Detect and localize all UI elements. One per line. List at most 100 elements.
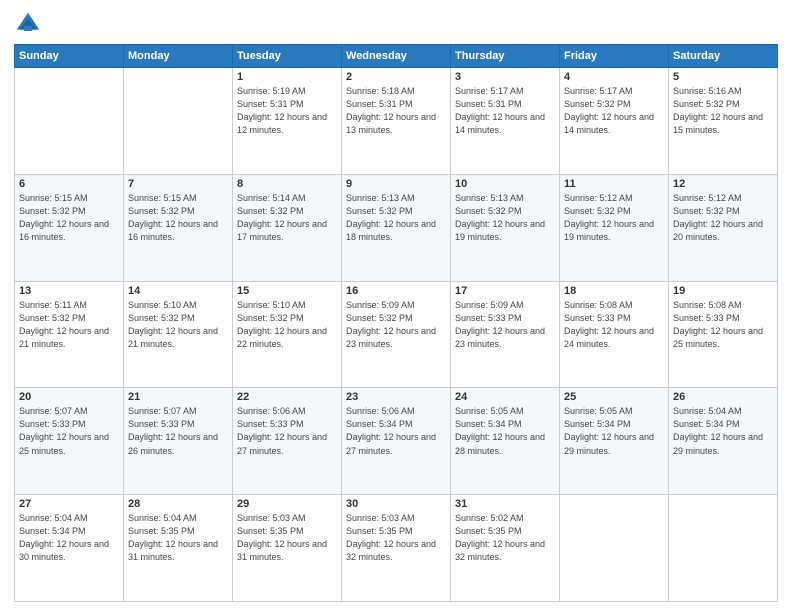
day-number: 7 (128, 178, 228, 190)
day-info: Sunrise: 5:09 AMSunset: 5:32 PMDaylight:… (346, 299, 446, 351)
day-number: 20 (19, 391, 119, 403)
calendar-week-3: 13Sunrise: 5:11 AMSunset: 5:32 PMDayligh… (15, 281, 778, 388)
col-header-thursday: Thursday (451, 45, 560, 68)
col-header-saturday: Saturday (669, 45, 778, 68)
day-info: Sunrise: 5:03 AMSunset: 5:35 PMDaylight:… (237, 512, 337, 564)
calendar-cell (669, 495, 778, 602)
day-number: 8 (237, 178, 337, 190)
col-header-monday: Monday (124, 45, 233, 68)
day-info: Sunrise: 5:07 AMSunset: 5:33 PMDaylight:… (19, 405, 119, 457)
day-info: Sunrise: 5:07 AMSunset: 5:33 PMDaylight:… (128, 405, 228, 457)
day-info: Sunrise: 5:14 AMSunset: 5:32 PMDaylight:… (237, 192, 337, 244)
day-number: 22 (237, 391, 337, 403)
page: SundayMondayTuesdayWednesdayThursdayFrid… (0, 0, 792, 612)
col-header-friday: Friday (560, 45, 669, 68)
day-number: 2 (346, 71, 446, 83)
calendar-cell: 3Sunrise: 5:17 AMSunset: 5:31 PMDaylight… (451, 68, 560, 175)
day-number: 15 (237, 285, 337, 297)
calendar-cell (15, 68, 124, 175)
calendar: SundayMondayTuesdayWednesdayThursdayFrid… (14, 44, 778, 602)
calendar-cell: 16 Sunrise: 5:09 AMSunset: 5:32 PMDayligh… (342, 281, 451, 388)
day-info: Sunrise: 5:12 AMSunset: 5:32 PMDaylight:… (564, 192, 664, 244)
calendar-cell: 23 Sunrise: 5:06 AMSunset: 5:34 PMDayligh… (342, 388, 451, 495)
logo (14, 10, 46, 38)
calendar-cell: 18 Sunrise: 5:08 AMSunset: 5:33 PMDayligh… (560, 281, 669, 388)
day-number: 30 (346, 498, 446, 510)
day-info: Sunrise: 5:15 AMSunset: 5:32 PMDaylight:… (19, 192, 119, 244)
day-number: 27 (19, 498, 119, 510)
calendar-cell: 21Sunrise: 5:07 AMSunset: 5:33 PMDayligh… (124, 388, 233, 495)
day-number: 14 (128, 285, 228, 297)
day-info: Sunrise: 5:19 AMSunset: 5:31 PMDaylight:… (237, 85, 337, 137)
day-number: 1 (237, 71, 337, 83)
day-number: 18 (564, 285, 664, 297)
day-number: 24 (455, 391, 555, 403)
calendar-cell: 28 Sunrise: 5:04 AMSunset: 5:35 PMDayligh… (124, 495, 233, 602)
calendar-cell: 2 Sunrise: 5:18 AMSunset: 5:31 PMDaylight… (342, 68, 451, 175)
day-info: Sunrise: 5:04 AMSunset: 5:35 PMDaylight:… (128, 512, 228, 564)
day-info: Sunrise: 5:04 AMSunset: 5:34 PMDaylight:… (19, 512, 119, 564)
day-info: Sunrise: 5:06 AMSunset: 5:33 PMDaylight:… (237, 405, 337, 457)
calendar-cell: 17 Sunrise: 5:09 AMSunset: 5:33 PMDayligh… (451, 281, 560, 388)
calendar-cell: 9Sunrise: 5:13 AMSunset: 5:32 PMDaylight… (342, 174, 451, 281)
calendar-cell: 11 Sunrise: 5:12 AMSunset: 5:32 PMDayligh… (560, 174, 669, 281)
calendar-cell: 1 Sunrise: 5:19 AMSunset: 5:31 PMDaylight… (233, 68, 342, 175)
calendar-cell: 20 Sunrise: 5:07 AMSunset: 5:33 PMDayligh… (15, 388, 124, 495)
day-number: 16 (346, 285, 446, 297)
day-info: Sunrise: 5:16 AMSunset: 5:32 PMDaylight:… (673, 85, 773, 137)
calendar-cell: 7Sunrise: 5:15 AMSunset: 5:32 PMDaylight… (124, 174, 233, 281)
day-number: 5 (673, 71, 773, 83)
day-number: 28 (128, 498, 228, 510)
calendar-cell: 27 Sunrise: 5:04 AMSunset: 5:34 PMDayligh… (15, 495, 124, 602)
calendar-cell: 14 Sunrise: 5:10 AMSunset: 5:32 PMDayligh… (124, 281, 233, 388)
day-number: 29 (237, 498, 337, 510)
day-info: Sunrise: 5:02 AMSunset: 5:35 PMDaylight:… (455, 512, 555, 564)
day-number: 4 (564, 71, 664, 83)
day-info: Sunrise: 5:05 AMSunset: 5:34 PMDaylight:… (455, 405, 555, 457)
calendar-week-2: 6 Sunrise: 5:15 AMSunset: 5:32 PMDaylight… (15, 174, 778, 281)
logo-icon (14, 10, 42, 38)
calendar-cell: 29 Sunrise: 5:03 AMSunset: 5:35 PMDayligh… (233, 495, 342, 602)
calendar-cell: 10 Sunrise: 5:13 AMSunset: 5:32 PMDayligh… (451, 174, 560, 281)
calendar-cell: 13Sunrise: 5:11 AMSunset: 5:32 PMDayligh… (15, 281, 124, 388)
day-info: Sunrise: 5:08 AMSunset: 5:33 PMDaylight:… (564, 299, 664, 351)
calendar-cell: 15 Sunrise: 5:10 AMSunset: 5:32 PMDayligh… (233, 281, 342, 388)
calendar-cell: 4 Sunrise: 5:17 AMSunset: 5:32 PMDaylight… (560, 68, 669, 175)
day-number: 6 (19, 178, 119, 190)
col-header-tuesday: Tuesday (233, 45, 342, 68)
calendar-cell: 22 Sunrise: 5:06 AMSunset: 5:33 PMDayligh… (233, 388, 342, 495)
calendar-cell: 6 Sunrise: 5:15 AMSunset: 5:32 PMDaylight… (15, 174, 124, 281)
day-info: Sunrise: 5:10 AMSunset: 5:32 PMDaylight:… (128, 299, 228, 351)
day-info: Sunrise: 5:08 AMSunset: 5:33 PMDaylight:… (673, 299, 773, 351)
day-info: Sunrise: 5:10 AMSunset: 5:32 PMDaylight:… (237, 299, 337, 351)
day-number: 25 (564, 391, 664, 403)
day-info: Sunrise: 5:11 AMSunset: 5:32 PMDaylight:… (19, 299, 119, 351)
header (14, 10, 778, 38)
calendar-week-1: 1 Sunrise: 5:19 AMSunset: 5:31 PMDaylight… (15, 68, 778, 175)
calendar-week-5: 27 Sunrise: 5:04 AMSunset: 5:34 PMDayligh… (15, 495, 778, 602)
day-number: 11 (564, 178, 664, 190)
day-info: Sunrise: 5:06 AMSunset: 5:34 PMDaylight:… (346, 405, 446, 457)
day-info: Sunrise: 5:13 AMSunset: 5:32 PMDaylight:… (455, 192, 555, 244)
day-number: 26 (673, 391, 773, 403)
day-info: Sunrise: 5:03 AMSunset: 5:35 PMDaylight:… (346, 512, 446, 564)
day-number: 12 (673, 178, 773, 190)
day-number: 3 (455, 71, 555, 83)
col-header-sunday: Sunday (15, 45, 124, 68)
calendar-header-row: SundayMondayTuesdayWednesdayThursdayFrid… (15, 45, 778, 68)
day-number: 23 (346, 391, 446, 403)
day-info: Sunrise: 5:18 AMSunset: 5:31 PMDaylight:… (346, 85, 446, 137)
day-number: 17 (455, 285, 555, 297)
calendar-cell: 5 Sunrise: 5:16 AMSunset: 5:32 PMDaylight… (669, 68, 778, 175)
day-info: Sunrise: 5:09 AMSunset: 5:33 PMDaylight:… (455, 299, 555, 351)
day-number: 9 (346, 178, 446, 190)
day-number: 10 (455, 178, 555, 190)
calendar-cell: 31 Sunrise: 5:02 AMSunset: 5:35 PMDayligh… (451, 495, 560, 602)
day-info: Sunrise: 5:17 AMSunset: 5:32 PMDaylight:… (564, 85, 664, 137)
day-info: Sunrise: 5:05 AMSunset: 5:34 PMDaylight:… (564, 405, 664, 457)
calendar-cell: 25 Sunrise: 5:05 AMSunset: 5:34 PMDayligh… (560, 388, 669, 495)
calendar-cell: 26Sunrise: 5:04 AMSunset: 5:34 PMDayligh… (669, 388, 778, 495)
day-number: 31 (455, 498, 555, 510)
calendar-cell: 19Sunrise: 5:08 AMSunset: 5:33 PMDayligh… (669, 281, 778, 388)
calendar-cell: 8 Sunrise: 5:14 AMSunset: 5:32 PMDaylight… (233, 174, 342, 281)
